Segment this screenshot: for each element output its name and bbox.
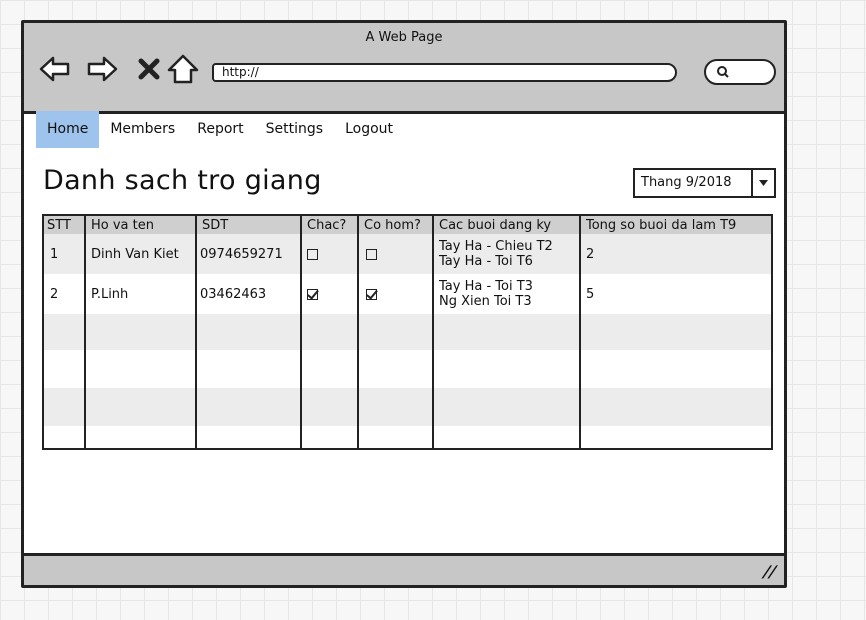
back-arrow-icon[interactable] (38, 52, 72, 86)
column-divider (195, 216, 197, 448)
cohom-checkbox[interactable] (366, 248, 377, 260)
page-title: Danh sach tro giang (43, 165, 322, 196)
cell-sdt: 0974659271 (200, 246, 283, 262)
cohom-checkbox[interactable] (366, 288, 377, 300)
session-line: Tay Ha - Chieu T2 (439, 239, 553, 254)
session-line: Ng Xien Toi T3 (439, 294, 532, 309)
table-row[interactable]: 2 P.Linh 03462463 Tay Ha - Toi T3 Ng Xie… (44, 274, 771, 314)
cell-name: P.Linh (91, 286, 129, 302)
menu-item-home[interactable]: Home (36, 111, 100, 148)
chac-checkbox[interactable] (307, 248, 318, 260)
column-divider (300, 216, 302, 448)
window-title: A Web Page (365, 30, 443, 45)
column-divider (84, 216, 86, 448)
assistant-table: STT Ho va ten SDT Chac? Co hom? Cac buoi… (42, 214, 773, 450)
col-header-name: Ho va ten (91, 217, 154, 233)
status-bar: // (24, 553, 784, 585)
cell-tong: 2 (586, 246, 595, 262)
cell-tong: 5 (586, 286, 595, 302)
month-select[interactable]: Thang 9/2018 (633, 168, 776, 198)
cell-stt: 1 (50, 246, 59, 262)
cell-chac (302, 234, 357, 274)
column-divider (432, 216, 434, 448)
session-line: Tay Ha - Toi T3 (439, 279, 533, 294)
cell-buoi: Tay Ha - Toi T3 Ng Xien Toi T3 (434, 274, 579, 314)
col-header-buoi: Cac buoi dang ky (439, 217, 552, 233)
col-header-chac: Chac? (307, 217, 347, 233)
col-header-cohom: Co hom? (364, 217, 421, 233)
close-icon[interactable] (132, 52, 166, 86)
chac-checkbox[interactable] (307, 288, 318, 300)
chevron-down-icon (759, 180, 768, 186)
table-row-bg (44, 314, 771, 350)
menu-item-report[interactable]: Report (186, 111, 254, 148)
column-divider (579, 216, 581, 448)
search-field[interactable] (704, 59, 776, 85)
column-divider (357, 216, 359, 448)
cell-stt: 2 (50, 286, 59, 302)
cell-cohom (359, 274, 432, 314)
cell-name: Dinh Van Kiet (91, 246, 179, 262)
home-icon[interactable] (166, 52, 200, 86)
cell-cohom (359, 234, 432, 274)
menu-item-logout[interactable]: Logout (334, 111, 404, 148)
table-header: STT Ho va ten SDT Chac? Co hom? Cac buoi… (44, 216, 771, 234)
col-header-tong: Tong so buoi da lam T9 (586, 217, 737, 233)
search-icon (717, 66, 729, 78)
col-header-stt: STT (47, 217, 71, 233)
menu-item-settings[interactable]: Settings (255, 111, 334, 148)
cell-sdt: 03462463 (200, 286, 267, 302)
table-row-bg (44, 388, 771, 426)
cell-chac (302, 274, 357, 314)
menu-item-members[interactable]: Members (99, 111, 186, 148)
resize-grip-icon[interactable]: // (761, 562, 780, 581)
session-line: Tay Ha - Toi T6 (439, 254, 533, 269)
url-input[interactable]: http:// (212, 63, 677, 82)
month-select-toggle[interactable] (751, 170, 774, 196)
table-row[interactable]: 1 Dinh Van Kiet 0974659271 Tay Ha - Chie… (44, 234, 771, 274)
forward-arrow-icon[interactable] (85, 52, 119, 86)
cell-buoi: Tay Ha - Chieu T2 Tay Ha - Toi T6 (434, 234, 579, 274)
top-menu: Home Members Report Settings Logout (36, 111, 404, 148)
title-bar: A Web Page http:// (24, 23, 784, 114)
col-header-sdt: SDT (202, 217, 229, 233)
browser-window: A Web Page http:// Home Members Report S… (21, 20, 787, 588)
month-select-value: Thang 9/2018 (641, 175, 732, 190)
